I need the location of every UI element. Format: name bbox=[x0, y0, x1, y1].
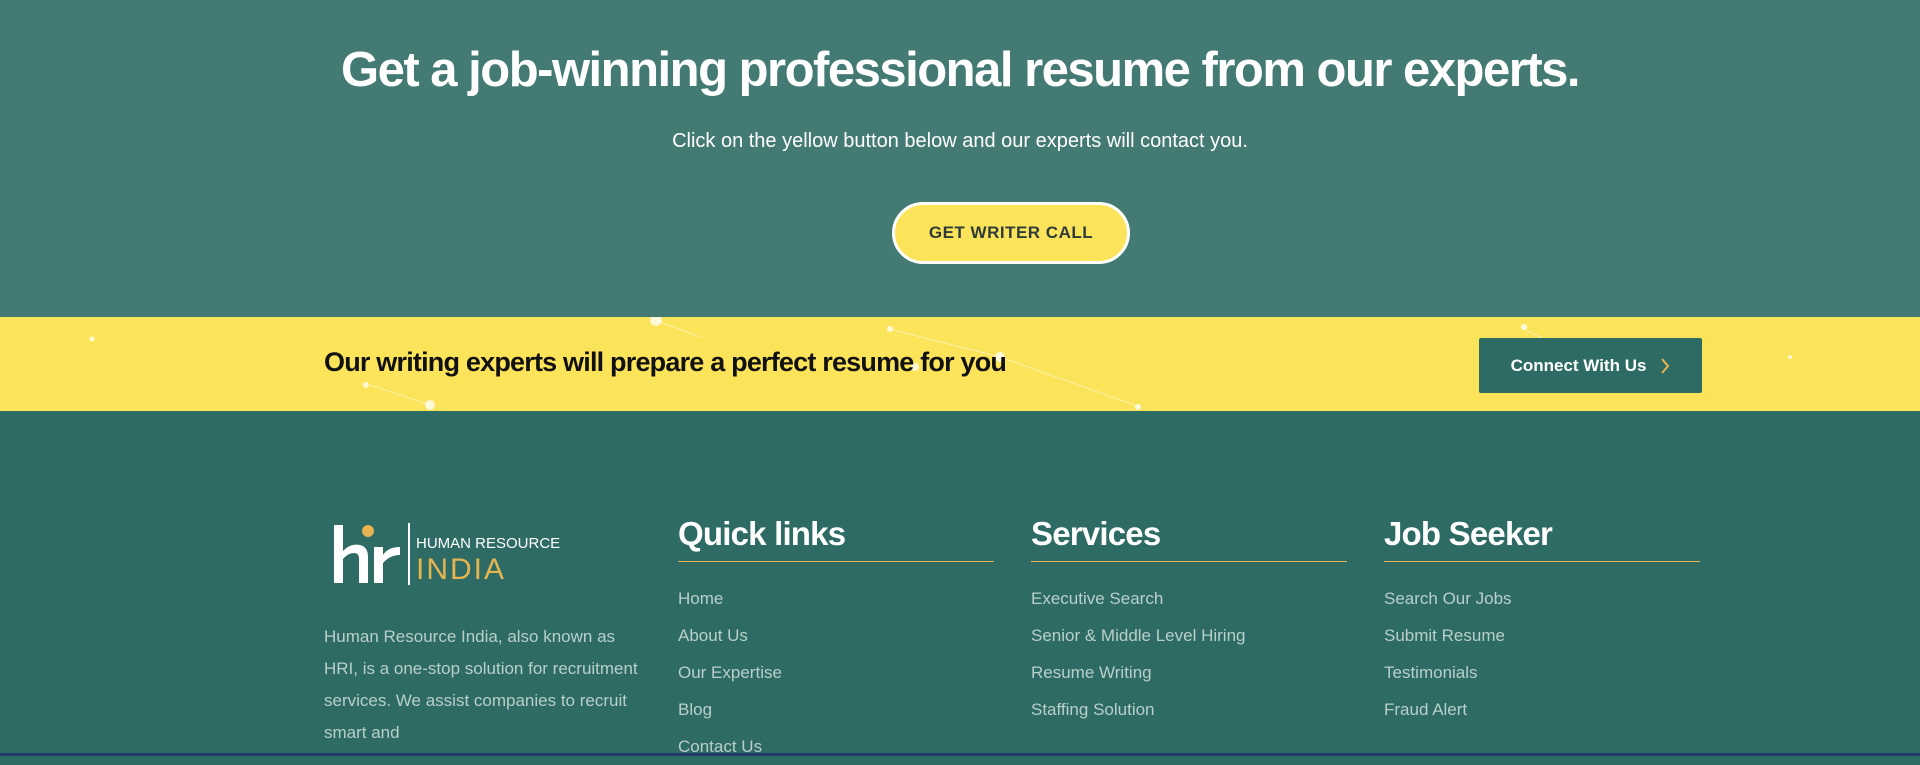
hero-title: Get a job-winning professional resume fr… bbox=[340, 43, 1581, 97]
footer-link-about-us[interactable]: About Us bbox=[678, 617, 994, 654]
job-seeker-heading: Job Seeker bbox=[1384, 515, 1700, 562]
hero-section: Get a job-winning professional resume fr… bbox=[0, 0, 1920, 317]
footer-link-senior-middle-hiring[interactable]: Senior & Middle Level Hiring bbox=[1031, 617, 1347, 654]
get-writer-call-button[interactable]: GET WRITER CALL bbox=[892, 202, 1130, 264]
quick-links-column: Quick links Home About Us Our Expertise … bbox=[678, 515, 994, 765]
services-heading: Services bbox=[1031, 515, 1347, 562]
logo-line1: HUMAN RESOURCE bbox=[416, 535, 560, 552]
job-seeker-column: Job Seeker Search Our Jobs Submit Resume… bbox=[1384, 515, 1700, 728]
cta-band: Our writing experts will prepare a perfe… bbox=[0, 317, 1920, 411]
footer-link-testimonials[interactable]: Testimonials bbox=[1384, 654, 1700, 691]
chevron-right-icon bbox=[1661, 357, 1670, 374]
footer-link-executive-search[interactable]: Executive Search bbox=[1031, 580, 1347, 617]
hero-subtitle: Click on the yellow button below and our… bbox=[672, 130, 1248, 152]
logo-line2: INDIA bbox=[416, 553, 506, 586]
footer-link-search-our-jobs[interactable]: Search Our Jobs bbox=[1384, 580, 1700, 617]
quick-links-heading: Quick links bbox=[678, 515, 994, 562]
band-headline: Our writing experts will prepare a perfe… bbox=[324, 347, 1007, 377]
hri-logo-mark: HUMAN RESOURCE INDIA bbox=[334, 523, 560, 586]
services-column: Services Executive Search Senior & Middl… bbox=[1031, 515, 1347, 728]
about-text: Human Resource India, also known as HRI,… bbox=[324, 627, 638, 742]
connect-with-us-button[interactable]: Connect With Us bbox=[1479, 338, 1702, 393]
footer-link-resume-writing[interactable]: Resume Writing bbox=[1031, 654, 1347, 691]
footer-link-blog[interactable]: Blog bbox=[678, 691, 994, 728]
footer-link-fraud-alert[interactable]: Fraud Alert bbox=[1384, 691, 1700, 728]
footer-link-staffing-solution[interactable]: Staffing Solution bbox=[1031, 691, 1347, 728]
footer-link-home[interactable]: Home bbox=[678, 580, 994, 617]
hri-logo[interactable]: HUMAN RESOURCE INDIA bbox=[330, 521, 570, 591]
connect-with-us-label: Connect With Us bbox=[1510, 355, 1647, 375]
footer-link-contact-us[interactable]: Contact Us bbox=[678, 728, 994, 765]
footer: HUMAN RESOURCE INDIA Human Resource Indi… bbox=[0, 411, 1920, 756]
footer-link-submit-resume[interactable]: Submit Resume bbox=[1384, 617, 1700, 654]
footer-link-our-expertise[interactable]: Our Expertise bbox=[678, 654, 994, 691]
